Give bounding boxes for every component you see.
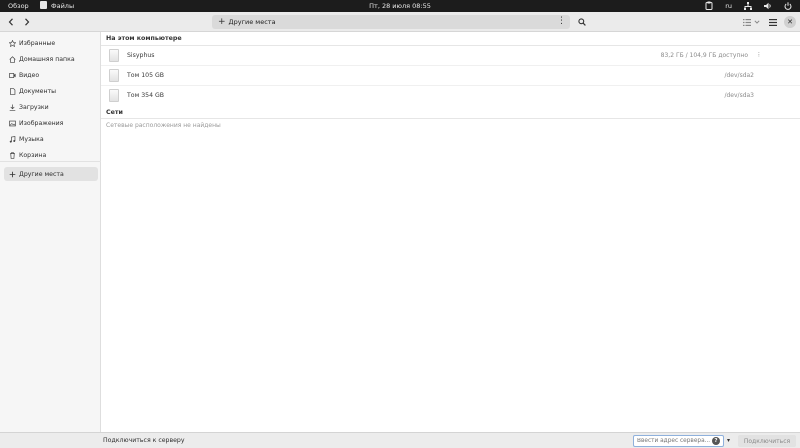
sidebar-item-label: Загрузки	[19, 103, 49, 111]
back-button[interactable]	[4, 15, 18, 29]
header-bar: + Другие места ⋮ ✕	[0, 12, 800, 32]
volume-row[interactable]: Sisyphus 83,2 ГБ / 104,9 ГБ доступно ⁝	[101, 46, 800, 66]
top-bar: Обзор Файлы Пт, 28 июля 08:55 ru	[0, 0, 800, 12]
chevron-down-icon	[754, 20, 760, 24]
volume-icon[interactable]	[764, 2, 772, 10]
list-view-icon	[743, 18, 751, 26]
drive-icon	[109, 49, 119, 62]
sidebar-item-trash[interactable]: Корзина	[4, 148, 98, 162]
clock[interactable]: Пт, 28 июля 08:55	[0, 2, 800, 10]
connect-to-server-label: Подключиться к серверу	[103, 437, 185, 444]
system-tray[interactable]: ru	[705, 1, 792, 10]
volume-device-path: /dev/sda3	[724, 92, 754, 99]
volume-menu-icon[interactable]: ⁝	[758, 51, 760, 59]
sidebar-item-label: Документы	[19, 87, 57, 95]
document-icon	[7, 87, 17, 95]
plus-icon	[7, 171, 17, 178]
close-icon: ✕	[787, 18, 793, 26]
close-window-button[interactable]: ✕	[784, 16, 796, 28]
server-address-input[interactable]	[633, 435, 724, 447]
sidebar-item-pictures[interactable]: Изображения	[4, 116, 98, 130]
sidebar-item-label: Изображения	[19, 119, 64, 127]
clipboard-icon[interactable]	[705, 1, 713, 10]
chevron-left-icon	[8, 18, 13, 26]
language-indicator[interactable]: ru	[725, 2, 732, 10]
networks-empty-message: Сетевые расположения не найдены	[106, 122, 221, 129]
main-menu-button[interactable]	[766, 15, 780, 29]
network-icon[interactable]	[744, 1, 752, 10]
sidebar-item-home[interactable]: Домашняя папка	[4, 52, 98, 66]
bottom-bar: Подключиться к серверу ? ▾ Подключиться	[0, 432, 800, 448]
sidebar-item-label: Домашняя папка	[19, 55, 75, 63]
hamburger-icon	[769, 18, 777, 26]
path-bar[interactable]: + Другие места ⋮	[212, 15, 570, 29]
volume-device-path: /dev/sda2	[724, 72, 754, 79]
drive-icon	[109, 89, 119, 102]
home-icon	[7, 55, 17, 63]
sidebar-item-label: Музыка	[19, 135, 44, 143]
volume-name: Том 354 GB	[127, 92, 165, 99]
recent-servers-dropdown[interactable]: ▾	[727, 437, 730, 444]
main-content: На этом компьютере Sisyphus 83,2 ГБ / 10…	[101, 32, 800, 432]
image-icon	[7, 120, 17, 127]
view-options-button[interactable]	[752, 15, 762, 29]
sidebar-item-documents[interactable]: Документы	[4, 84, 98, 98]
chevron-right-icon	[25, 18, 30, 26]
plus-icon: +	[218, 17, 226, 27]
help-icon[interactable]: ?	[712, 437, 720, 445]
connect-button[interactable]: Подключиться	[738, 435, 796, 447]
sidebar-item-label: Избранные	[19, 39, 56, 47]
sidebar-item-other-locations[interactable]: Другие места	[4, 167, 98, 181]
sidebar-item-starred[interactable]: Избранные	[4, 36, 98, 50]
section-divider	[101, 118, 800, 119]
trash-icon	[7, 151, 17, 159]
path-menu-button[interactable]: ⋮	[557, 16, 566, 26]
sidebar: Избранные Домашняя папка Видео Документы…	[0, 32, 101, 432]
search-icon	[578, 18, 586, 26]
section-title-networks: Сети	[106, 109, 123, 116]
volume-usage: 83,2 ГБ / 104,9 ГБ доступно	[660, 52, 748, 59]
music-icon	[7, 135, 17, 143]
volume-row[interactable]: Том 105 GB /dev/sda2	[101, 66, 800, 86]
sidebar-item-label: Видео	[19, 71, 40, 79]
download-icon	[7, 104, 17, 111]
sidebar-separator	[0, 161, 101, 162]
path-current-location[interactable]: Другие места	[229, 18, 276, 26]
sidebar-item-videos[interactable]: Видео	[4, 68, 98, 82]
sidebar-item-label: Другие места	[19, 170, 64, 178]
volume-row[interactable]: Том 354 GB /dev/sda3	[101, 86, 800, 106]
sidebar-item-downloads[interactable]: Загрузки	[4, 100, 98, 114]
power-icon[interactable]	[784, 1, 792, 10]
forward-button[interactable]	[20, 15, 34, 29]
star-icon	[7, 39, 17, 47]
video-icon	[7, 72, 17, 79]
search-button[interactable]	[575, 15, 589, 29]
volume-name: Том 105 GB	[127, 72, 165, 79]
drive-icon	[109, 69, 119, 82]
sidebar-item-label: Корзина	[19, 151, 47, 159]
sidebar-item-music[interactable]: Музыка	[4, 132, 98, 146]
volume-name: Sisyphus	[127, 52, 155, 59]
section-title-this-computer: На этом компьютере	[106, 35, 182, 42]
